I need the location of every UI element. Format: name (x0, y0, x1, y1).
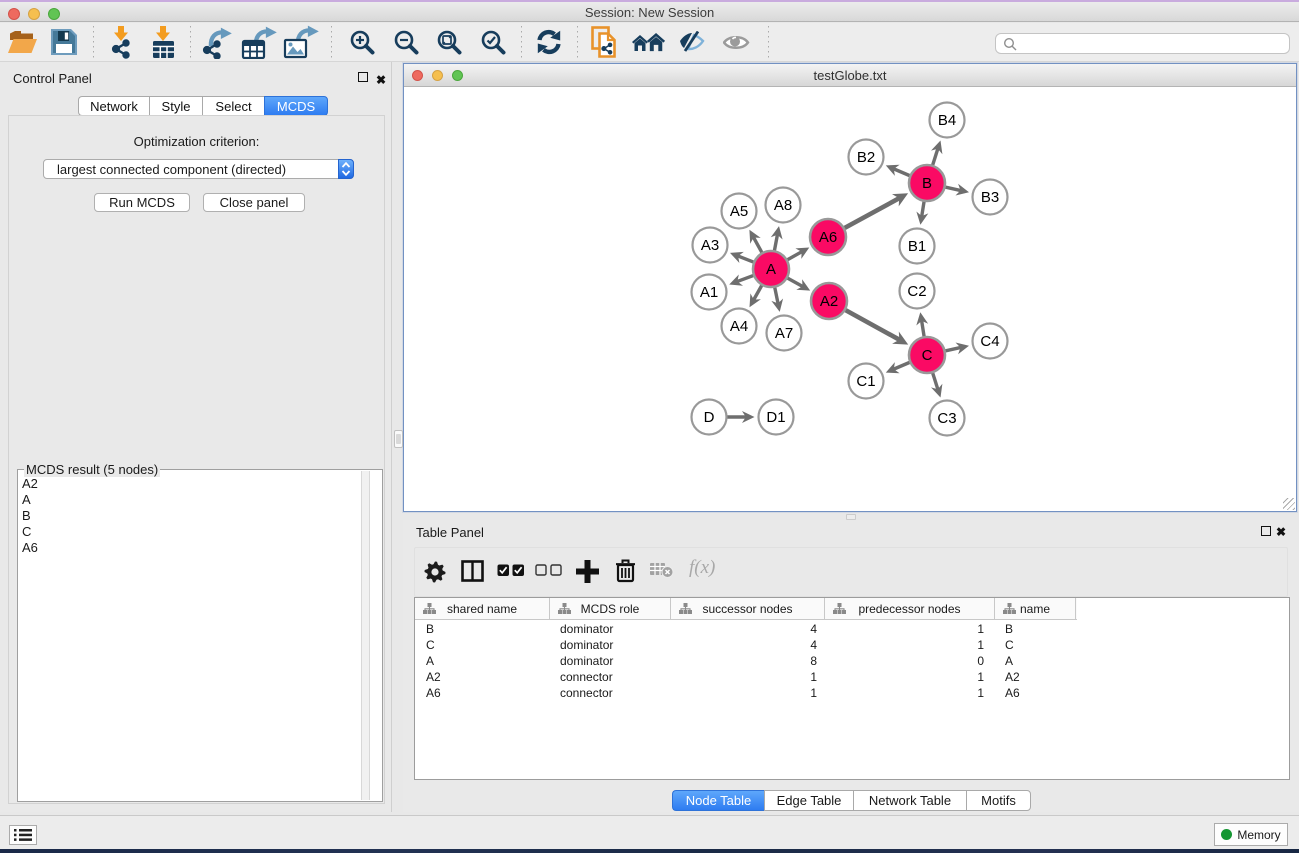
svg-text:C: C (922, 347, 933, 364)
svg-text:A7: A7 (775, 325, 793, 342)
svg-text:B: B (922, 175, 932, 192)
svg-text:D1: D1 (766, 409, 785, 426)
svg-text:B1: B1 (908, 238, 926, 255)
svg-text:A: A (766, 261, 776, 278)
svg-text:C1: C1 (856, 373, 875, 390)
svg-text:A4: A4 (730, 318, 748, 335)
svg-text:A3: A3 (701, 237, 719, 254)
svg-text:C2: C2 (907, 283, 926, 300)
svg-text:D: D (704, 409, 715, 426)
svg-text:C4: C4 (980, 333, 999, 350)
svg-text:A8: A8 (774, 197, 792, 214)
svg-text:B4: B4 (938, 112, 956, 129)
svg-text:A6: A6 (819, 229, 837, 246)
svg-text:A1: A1 (700, 284, 718, 301)
svg-text:A5: A5 (730, 203, 748, 220)
svg-text:A2: A2 (820, 293, 838, 310)
svg-text:C3: C3 (937, 410, 956, 427)
svg-text:B2: B2 (857, 149, 875, 166)
svg-text:B3: B3 (981, 189, 999, 206)
